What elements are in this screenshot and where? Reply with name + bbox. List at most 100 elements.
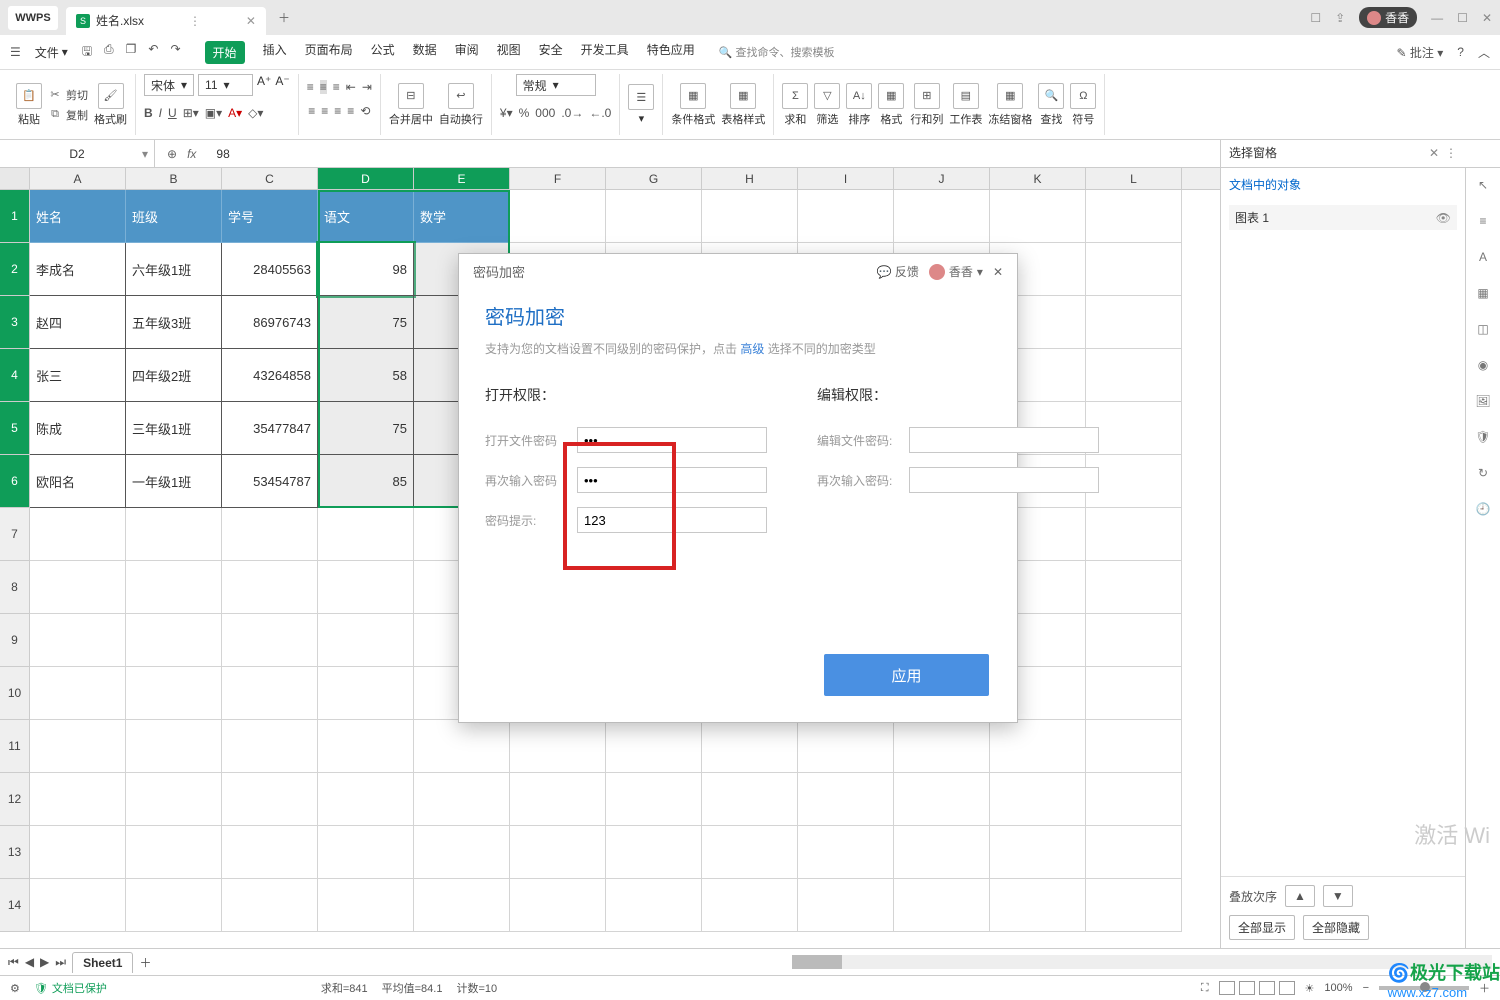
- cell[interactable]: [222, 879, 318, 932]
- cell[interactable]: [1086, 879, 1182, 932]
- cell[interactable]: [894, 826, 990, 879]
- col-header[interactable]: D: [318, 168, 414, 189]
- tab-view[interactable]: 视图: [497, 41, 521, 64]
- col-header[interactable]: B: [126, 168, 222, 189]
- col-header[interactable]: G: [606, 168, 702, 189]
- cell[interactable]: [510, 720, 606, 773]
- cell[interactable]: [30, 879, 126, 932]
- cell[interactable]: [606, 190, 702, 243]
- cell[interactable]: [1086, 720, 1182, 773]
- cell[interactable]: [222, 561, 318, 614]
- open-password-confirm-input[interactable]: [577, 467, 767, 493]
- cell[interactable]: [894, 720, 990, 773]
- cell[interactable]: [30, 773, 126, 826]
- cell[interactable]: [702, 773, 798, 826]
- cell[interactable]: [510, 773, 606, 826]
- cell[interactable]: [1086, 561, 1182, 614]
- cell[interactable]: [126, 773, 222, 826]
- row-header[interactable]: 9: [0, 614, 30, 667]
- align-top-icon[interactable]: ≡: [307, 80, 314, 94]
- inc-decimal-icon[interactable]: .0→: [561, 106, 583, 120]
- cell[interactable]: [702, 826, 798, 879]
- orientation-icon[interactable]: ⟲: [360, 104, 370, 118]
- cell[interactable]: [1086, 614, 1182, 667]
- cell[interactable]: 53454787: [222, 455, 318, 508]
- dec-decimal-icon[interactable]: ←.0: [589, 106, 611, 120]
- col-header[interactable]: A: [30, 168, 126, 189]
- edit-password-confirm-input[interactable]: [909, 467, 1099, 493]
- cell[interactable]: [1086, 190, 1182, 243]
- col-header[interactable]: L: [1086, 168, 1182, 189]
- cell[interactable]: [1086, 296, 1182, 349]
- col-header[interactable]: H: [702, 168, 798, 189]
- paste-button[interactable]: 📋粘贴: [16, 83, 42, 127]
- cell[interactable]: 75: [318, 296, 414, 349]
- cell[interactable]: [126, 561, 222, 614]
- cell[interactable]: [510, 879, 606, 932]
- cell[interactable]: 35477847: [222, 402, 318, 455]
- cell[interactable]: [126, 720, 222, 773]
- filter-button[interactable]: ▽筛选: [814, 83, 840, 127]
- cell[interactable]: 75: [318, 402, 414, 455]
- cell[interactable]: 86976743: [222, 296, 318, 349]
- cell[interactable]: 一年级1班: [126, 455, 222, 508]
- cell[interactable]: [318, 720, 414, 773]
- visibility-toggle-icon[interactable]: 👁: [1436, 211, 1451, 225]
- italic-button[interactable]: I: [159, 106, 162, 120]
- print-icon[interactable]: ⎙: [104, 42, 114, 63]
- zoom-sheet-icon[interactable]: ⊕: [167, 147, 177, 161]
- merge-center-button[interactable]: ⊟合并居中: [389, 83, 433, 127]
- wrap-text-button[interactable]: ↩自动换行: [439, 83, 483, 127]
- row-header[interactable]: 2: [0, 243, 30, 296]
- font-size-select[interactable]: 11▾: [198, 74, 253, 96]
- cell[interactable]: [222, 826, 318, 879]
- cell[interactable]: [1086, 773, 1182, 826]
- cell[interactable]: [30, 614, 126, 667]
- cell[interactable]: 四年级2班: [126, 349, 222, 402]
- cell[interactable]: [414, 773, 510, 826]
- cell[interactable]: [1086, 402, 1182, 455]
- col-header[interactable]: K: [990, 168, 1086, 189]
- cell[interactable]: [222, 508, 318, 561]
- collapse-ribbon-icon[interactable]: ︿: [1478, 44, 1490, 61]
- preview-icon[interactable]: ❐: [126, 42, 137, 63]
- redo-icon[interactable]: ↷: [170, 42, 180, 63]
- cell[interactable]: [510, 826, 606, 879]
- dialog-user[interactable]: 香香 ▾: [929, 263, 983, 280]
- minimize-icon[interactable]: —: [1431, 11, 1443, 25]
- password-hint-input[interactable]: [577, 507, 767, 533]
- fill-color-button[interactable]: ▣▾: [205, 106, 222, 120]
- align-justify-icon[interactable]: ≡: [347, 104, 354, 118]
- taskpane-close-icon[interactable]: ✕: [1429, 146, 1439, 160]
- cell[interactable]: [990, 879, 1086, 932]
- share-icon[interactable]: ⇪: [1335, 11, 1345, 25]
- tab-insert[interactable]: 插入: [263, 41, 287, 64]
- cell[interactable]: [606, 773, 702, 826]
- cell[interactable]: 学号: [222, 190, 318, 243]
- sheet-nav-last-icon[interactable]: ⏭: [55, 955, 66, 970]
- tab-special[interactable]: 特色应用: [647, 41, 695, 64]
- cell[interactable]: [222, 773, 318, 826]
- cell[interactable]: [318, 773, 414, 826]
- fullscreen-icon[interactable]: ⛶: [1201, 982, 1209, 995]
- format-painter-button[interactable]: 🖌格式刷: [94, 83, 127, 127]
- font-color-button[interactable]: A▾: [228, 106, 242, 120]
- row-header[interactable]: 7: [0, 508, 30, 561]
- underline-button[interactable]: U: [168, 106, 177, 120]
- indent-dec-icon[interactable]: ⇤: [346, 80, 356, 94]
- cell[interactable]: [126, 508, 222, 561]
- dialog-close-icon[interactable]: ✕: [993, 265, 1003, 279]
- cell[interactable]: 数学: [414, 190, 510, 243]
- cell[interactable]: 58: [318, 349, 414, 402]
- cell[interactable]: [606, 879, 702, 932]
- col-header[interactable]: I: [798, 168, 894, 189]
- cell[interactable]: [126, 667, 222, 720]
- row-header[interactable]: 5: [0, 402, 30, 455]
- text-icon[interactable]: A: [1479, 250, 1487, 264]
- cell[interactable]: [798, 720, 894, 773]
- cell[interactable]: [414, 879, 510, 932]
- table-style-button[interactable]: ▦表格样式: [721, 83, 765, 127]
- advanced-link[interactable]: 高级: [740, 342, 764, 356]
- cell[interactable]: [318, 508, 414, 561]
- col-header[interactable]: C: [222, 168, 318, 189]
